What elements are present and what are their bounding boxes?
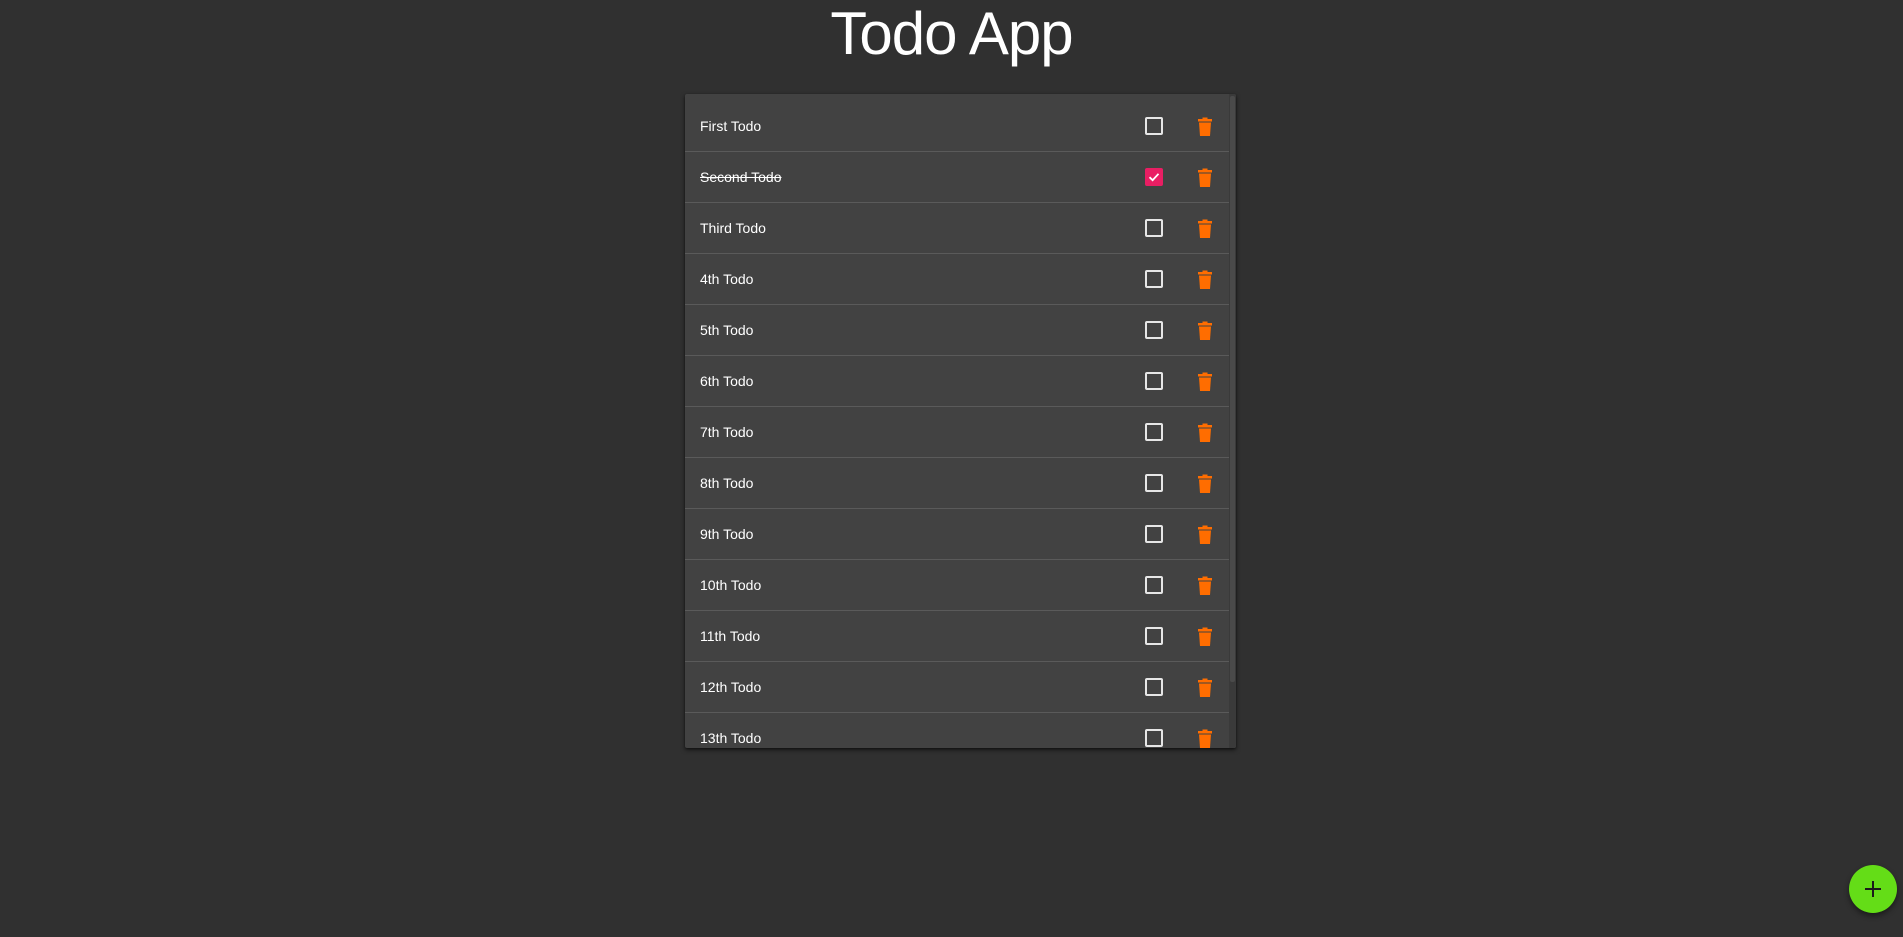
delete-todo-button[interactable] <box>1198 117 1212 136</box>
todo-list-card: First Todo Second Todo Third Todo 4th Todo 5… <box>685 94 1236 748</box>
todo-item: 11th Todo <box>685 611 1229 662</box>
todo-item: Second Todo <box>685 152 1229 203</box>
todo-label: 5th Todo <box>700 322 754 338</box>
todo-item: 9th Todo <box>685 509 1229 560</box>
trash-icon <box>1198 729 1212 748</box>
trash-icon <box>1198 321 1212 340</box>
todo-complete-checkbox[interactable] <box>1145 525 1163 543</box>
todo-item: 8th Todo <box>685 458 1229 509</box>
trash-icon <box>1198 168 1212 187</box>
todo-item: 4th Todo <box>685 254 1229 305</box>
todo-label: 10th Todo <box>700 577 762 593</box>
todo-complete-checkbox[interactable] <box>1145 321 1163 339</box>
todo-item: Third Todo <box>685 203 1229 254</box>
delete-todo-button[interactable] <box>1198 525 1212 544</box>
add-todo-button[interactable] <box>1849 865 1897 913</box>
trash-icon <box>1198 372 1212 391</box>
delete-todo-button[interactable] <box>1198 678 1212 697</box>
delete-todo-button[interactable] <box>1198 321 1212 340</box>
todo-item: 5th Todo <box>685 305 1229 356</box>
todo-label: Third Todo <box>700 220 766 236</box>
page-title: Todo App <box>830 0 1073 67</box>
trash-icon <box>1198 678 1212 697</box>
delete-todo-button[interactable] <box>1198 168 1212 187</box>
todo-item: 10th Todo <box>685 560 1229 611</box>
todo-label: Second Todo <box>700 169 782 185</box>
todo-label: 9th Todo <box>700 526 754 542</box>
todo-complete-checkbox[interactable] <box>1145 117 1163 135</box>
todo-label: 12th Todo <box>700 679 762 695</box>
todo-complete-checkbox[interactable] <box>1145 729 1163 747</box>
delete-todo-button[interactable] <box>1198 270 1212 289</box>
trash-icon <box>1198 117 1212 136</box>
delete-todo-button[interactable] <box>1198 576 1212 595</box>
todo-complete-checkbox[interactable] <box>1145 678 1163 696</box>
todo-label: First Todo <box>700 118 762 134</box>
delete-todo-button[interactable] <box>1198 219 1212 238</box>
todo-label: 8th Todo <box>700 475 754 491</box>
todo-item: First Todo <box>685 94 1229 152</box>
todo-item: 12th Todo <box>685 662 1229 713</box>
trash-icon <box>1198 423 1212 442</box>
todo-complete-checkbox[interactable] <box>1145 168 1163 186</box>
todo-label: 13th Todo <box>700 730 762 746</box>
todo-label: 7th Todo <box>700 424 754 440</box>
trash-icon <box>1198 627 1212 646</box>
delete-todo-button[interactable] <box>1198 423 1212 442</box>
todo-label: 11th Todo <box>700 628 761 644</box>
todo-item: 6th Todo <box>685 356 1229 407</box>
trash-icon <box>1198 474 1212 493</box>
todo-complete-checkbox[interactable] <box>1145 627 1163 645</box>
todo-label: 4th Todo <box>700 271 754 287</box>
todo-item: 7th Todo <box>685 407 1229 458</box>
todo-complete-checkbox[interactable] <box>1145 576 1163 594</box>
trash-icon <box>1198 219 1212 238</box>
trash-icon <box>1198 270 1212 289</box>
check-icon <box>1148 173 1160 182</box>
delete-todo-button[interactable] <box>1198 627 1212 646</box>
scrollbar[interactable] <box>1229 94 1236 748</box>
todo-complete-checkbox[interactable] <box>1145 474 1163 492</box>
todo-complete-checkbox[interactable] <box>1145 270 1163 288</box>
delete-todo-button[interactable] <box>1198 372 1212 391</box>
plus-icon <box>1865 881 1881 897</box>
trash-icon <box>1198 525 1212 544</box>
todo-label: 6th Todo <box>700 373 754 389</box>
todo-list[interactable]: First Todo Second Todo Third Todo 4th Todo 5… <box>685 94 1229 748</box>
delete-todo-button[interactable] <box>1198 474 1212 493</box>
delete-todo-button[interactable] <box>1198 729 1212 748</box>
scrollbar-thumb[interactable] <box>1230 96 1235 682</box>
trash-icon <box>1198 576 1212 595</box>
todo-complete-checkbox[interactable] <box>1145 219 1163 237</box>
todo-complete-checkbox[interactable] <box>1145 423 1163 441</box>
todo-complete-checkbox[interactable] <box>1145 372 1163 390</box>
todo-item: 13th Todo <box>685 713 1229 748</box>
